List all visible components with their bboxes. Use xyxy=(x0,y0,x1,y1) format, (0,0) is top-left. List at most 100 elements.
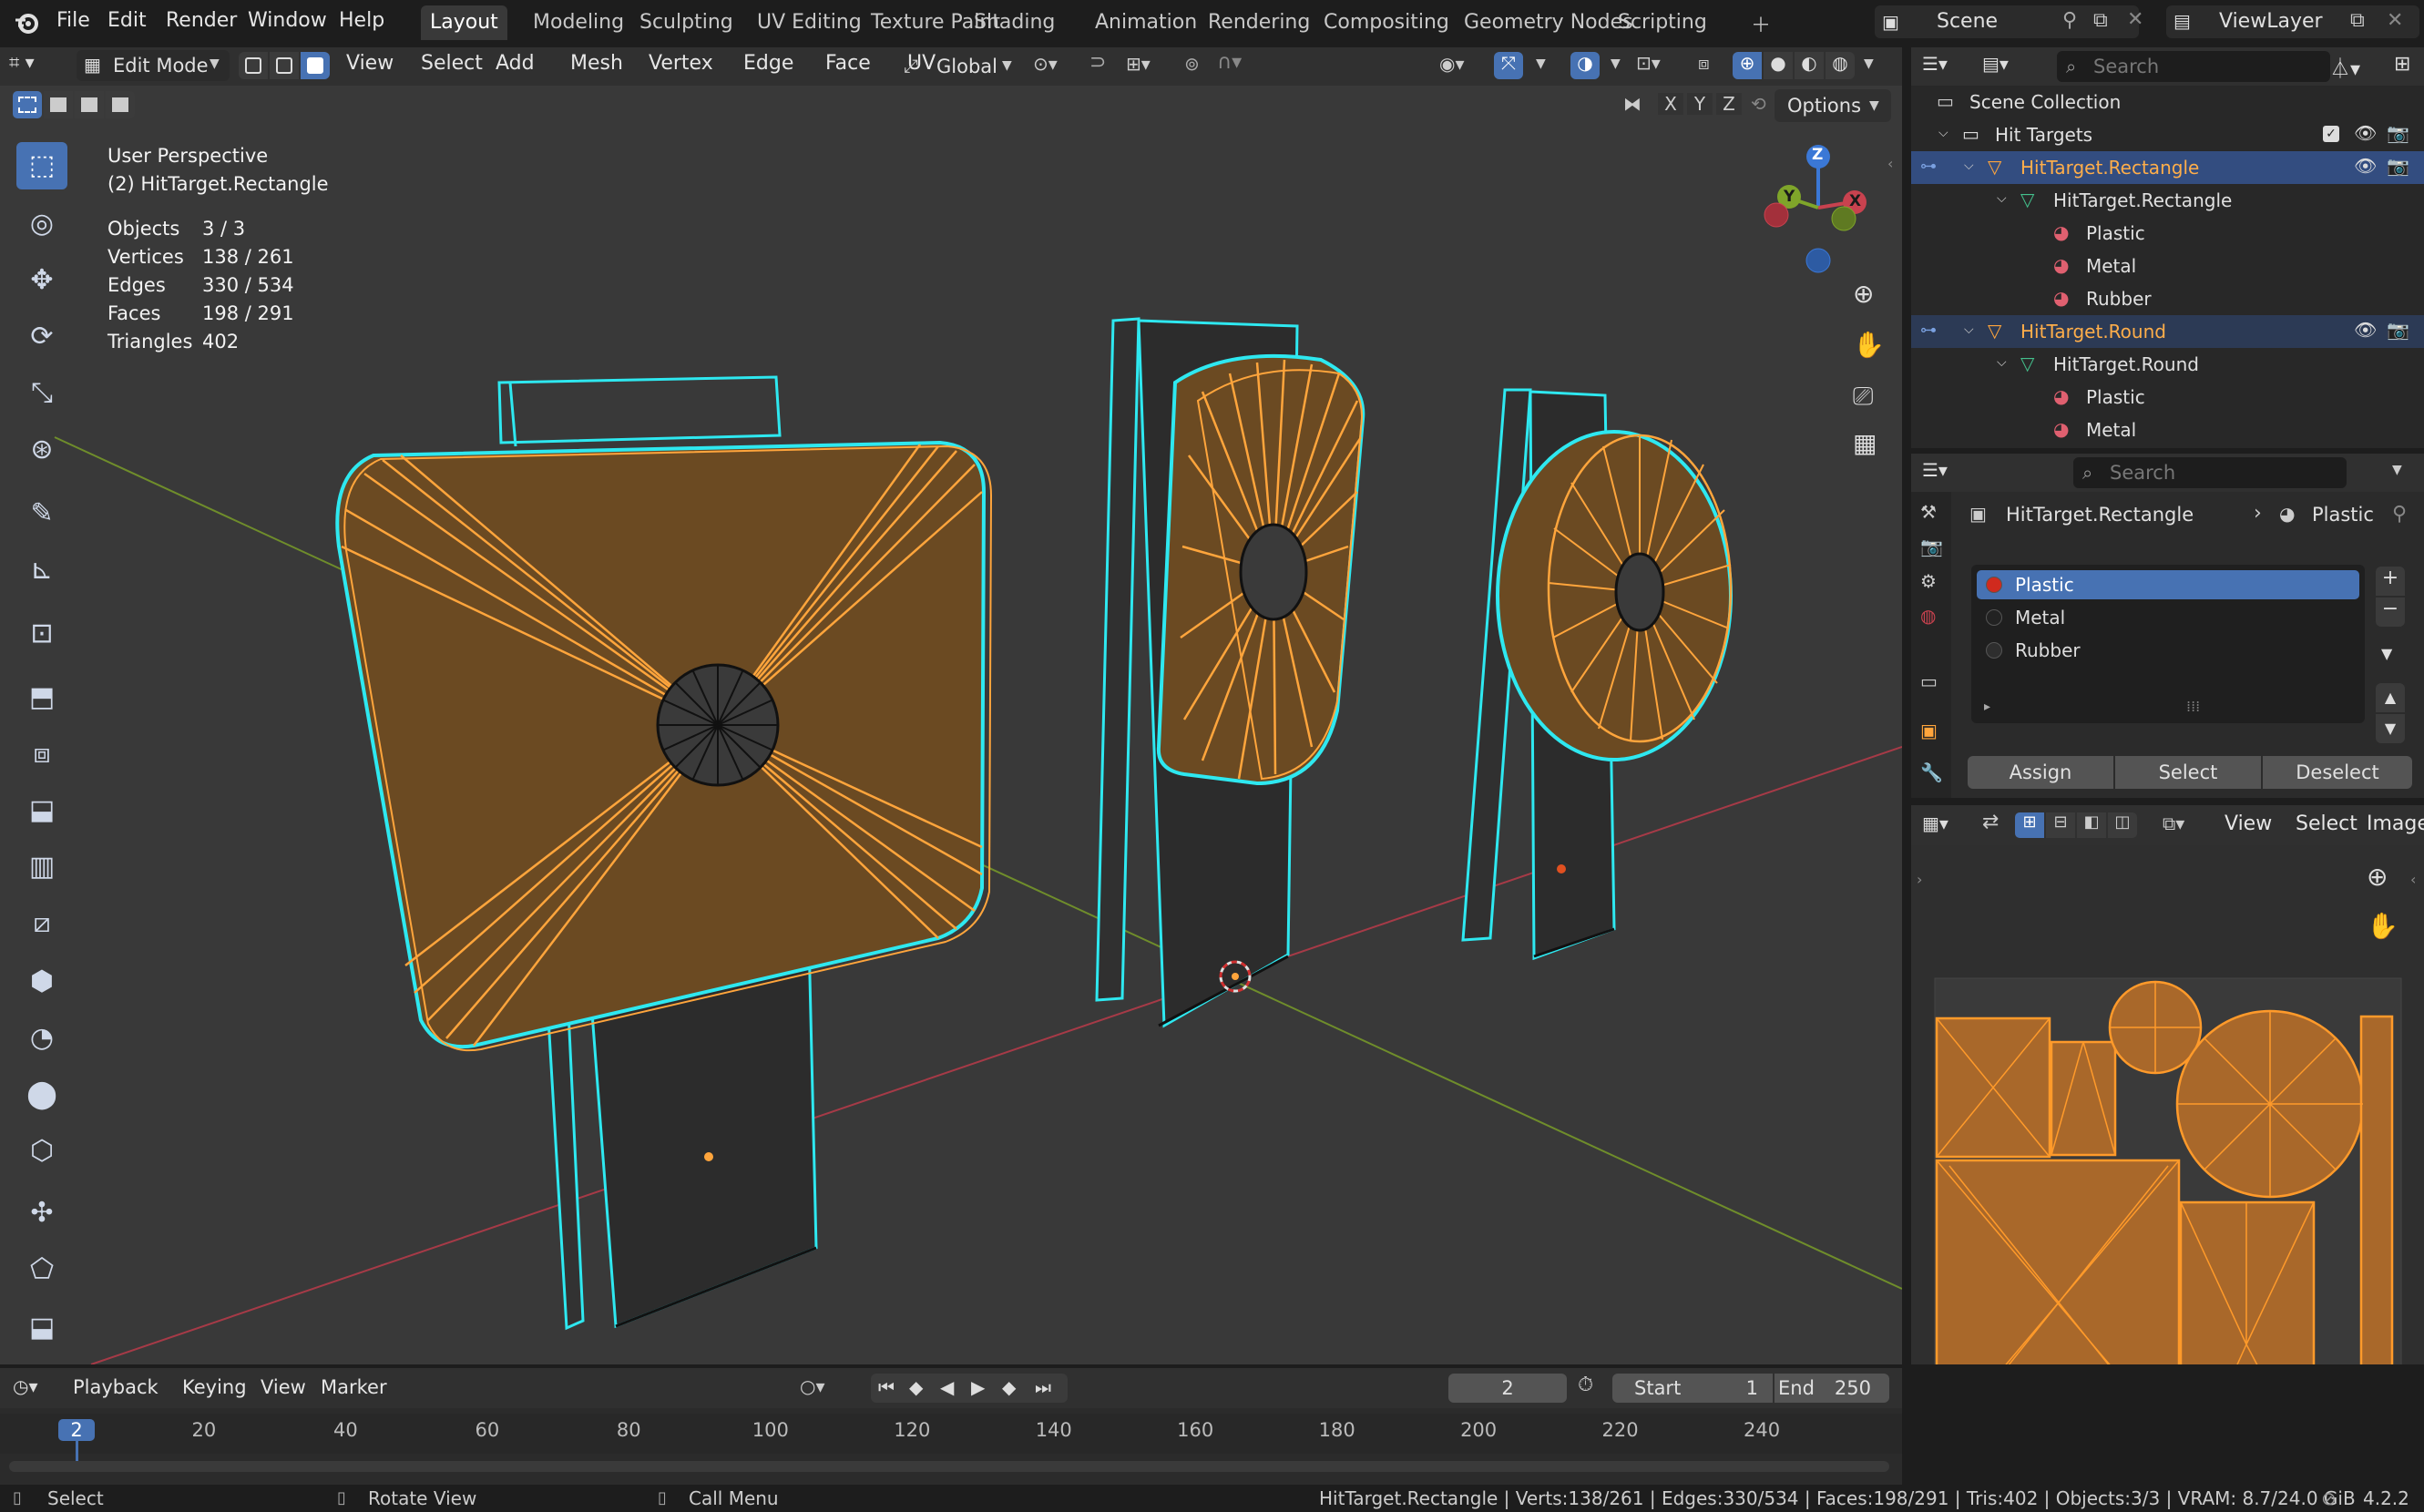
mirror-y-button[interactable]: Y xyxy=(1687,93,1713,115)
uv-vertex-mode[interactable]: ⊞ xyxy=(2015,812,2044,838)
rip-icon[interactable]: ⬓ xyxy=(16,1304,67,1352)
resize-grip-icon[interactable]: ⁞⁞⁞ xyxy=(2186,698,2200,715)
scale-icon[interactable]: ⤡ xyxy=(16,370,67,417)
outliner-row-object[interactable]: ⌵ ⊶ ▽ HitTarget.Rectangle 👁 📷 xyxy=(1911,151,2424,184)
slot-specials-icon[interactable]: ▼ xyxy=(2381,645,2392,662)
menu-help[interactable]: Help xyxy=(339,9,384,32)
mirror-x-button[interactable]: X xyxy=(1658,93,1683,115)
material-slot-metal[interactable]: Metal xyxy=(1977,603,2359,632)
jump-end-icon[interactable]: ⏭ xyxy=(1035,1376,1051,1398)
render-camera-icon[interactable]: 📷 xyxy=(2387,122,2409,144)
tab-modeling[interactable]: Modeling xyxy=(524,5,633,40)
properties-search[interactable]: ⌕ Search xyxy=(2073,457,2347,488)
uv-island-mode[interactable]: ◫ xyxy=(2108,812,2137,838)
viewport-menu-vertex[interactable]: Vertex xyxy=(649,52,713,75)
pan-hand-icon[interactable]: ✋ xyxy=(1853,330,1885,360)
viewport-menu-mesh[interactable]: Mesh xyxy=(570,52,623,75)
uv-sticky-icon[interactable]: ⧉▾ xyxy=(2163,812,2184,834)
render-camera-icon[interactable]: 📷 xyxy=(2387,155,2409,177)
tab-sculpting[interactable]: Sculpting xyxy=(630,5,742,40)
chevron-down-icon[interactable]: ⌵ xyxy=(1938,126,1948,140)
mode-selector[interactable]: ▦ Edit Mode ▼ xyxy=(77,50,230,81)
move-icon[interactable]: ✥ xyxy=(16,257,67,304)
smooth-icon[interactable]: ⬤ xyxy=(16,1071,67,1119)
select-intersect-icon[interactable] xyxy=(106,91,135,118)
options-dropdown[interactable]: Options ▼ xyxy=(1775,89,1891,122)
timeline-editor-icon[interactable]: ◷▾ xyxy=(13,1375,38,1397)
edge-select-mode[interactable] xyxy=(270,52,299,79)
uv-face-mode[interactable]: ◧ xyxy=(2077,812,2106,838)
uv-editor-type-icon[interactable]: ▦▾ xyxy=(1922,812,1948,834)
move-slot-up-button[interactable]: ▲ xyxy=(2376,683,2405,712)
deselect-button[interactable]: Deselect xyxy=(2263,756,2412,789)
tab-scripting[interactable]: Scripting xyxy=(1609,5,1716,40)
knife-icon[interactable]: ⧄ xyxy=(16,900,67,947)
move-slot-down-button[interactable]: ▼ xyxy=(2376,714,2405,743)
outliner-row-mesh[interactable]: ⌵ ▽ HitTarget.Rectangle xyxy=(1911,184,2424,217)
pivot-point-icon[interactable]: ⊙▾ xyxy=(1033,53,1058,75)
display-mode-icon[interactable]: ▤▾ xyxy=(1982,53,2009,75)
outliner-row-scene[interactable]: ▭ Scene Collection xyxy=(1911,86,2424,118)
filter-icon[interactable]: ⏃▾ xyxy=(2330,53,2360,82)
rotate-icon[interactable]: ⟳ xyxy=(16,313,67,361)
view-layer-selector[interactable]: ▤ ViewLayer ⧉ ✕ xyxy=(2166,5,2419,38)
prev-keyframe-icon[interactable]: ◆ xyxy=(909,1376,923,1398)
jump-start-icon[interactable]: ⏮ xyxy=(878,1376,895,1398)
play-icon[interactable]: ▶ xyxy=(971,1376,985,1398)
visibility-eye-icon[interactable]: 👁 xyxy=(2354,155,2377,177)
play-reverse-icon[interactable]: ◀ xyxy=(940,1376,954,1398)
tool-tab-icon[interactable]: ⚒ xyxy=(1920,501,1937,523)
visibility-eye-icon[interactable]: 👁 xyxy=(2354,319,2377,341)
outliner-row-mesh[interactable]: ⌵ ▽ HitTarget.Round xyxy=(1911,348,2424,381)
tab-layout[interactable]: Layout xyxy=(421,5,507,40)
exclude-checkbox[interactable]: ✓ xyxy=(2323,126,2339,142)
edit-mode-indicator-icon[interactable]: ⊶ xyxy=(1920,321,1937,340)
render-tab-icon[interactable]: 📷 xyxy=(1920,536,1943,557)
material-slot-plastic[interactable]: Plastic xyxy=(1977,570,2359,599)
scene-tab-icon[interactable]: ⚙ xyxy=(1920,570,1937,592)
shading-wireframe-icon[interactable]: ⊕ xyxy=(1733,52,1762,79)
spin-icon[interactable]: ◔ xyxy=(16,1015,67,1062)
add-workspace-icon[interactable]: ＋ xyxy=(1751,9,1771,38)
new-view-layer-icon[interactable]: ⧉ xyxy=(2350,9,2365,32)
uv-edge-mode[interactable]: ⊟ xyxy=(2046,812,2075,838)
outliner-row-collection[interactable]: ⌵ ▭ Hit Targets ✓ 👁 📷 xyxy=(1911,118,2424,151)
gizmo-menu-icon[interactable]: ▼ xyxy=(1536,56,1546,71)
chevron-down-icon[interactable]: ⌵ xyxy=(1997,355,2007,370)
select-new-icon[interactable] xyxy=(13,91,42,118)
face-select-mode[interactable] xyxy=(301,52,330,79)
viewport-menu-select[interactable]: Select xyxy=(421,52,483,75)
new-scene-icon[interactable]: ⧉ xyxy=(2093,9,2108,32)
inset-icon[interactable]: ⧈ xyxy=(16,730,67,778)
delete-view-layer-icon[interactable]: ✕ xyxy=(2387,9,2403,32)
properties-editor-icon[interactable]: ☰▾ xyxy=(1922,459,1948,481)
render-camera-icon[interactable]: 📷 xyxy=(2387,319,2409,341)
overlay-toggle-icon[interactable]: ◑ xyxy=(1570,52,1600,79)
shading-solid-icon[interactable]: ● xyxy=(1764,52,1793,79)
visibility-eye-icon[interactable]: 👁 xyxy=(2354,122,2377,144)
snap-toggle-icon[interactable]: ⊃ xyxy=(1089,51,1106,74)
new-collection-icon[interactable]: ⊞ xyxy=(2394,53,2410,76)
timeline-menu-keying[interactable]: Keying xyxy=(182,1376,247,1398)
viewport-menu-edge[interactable]: Edge xyxy=(743,52,793,75)
uv-menu-view[interactable]: View xyxy=(2225,812,2272,835)
menu-edit[interactable]: Edit xyxy=(107,9,147,32)
transform-icon[interactable]: ⊛ xyxy=(16,426,67,474)
timeline-menu-playback[interactable]: Playback xyxy=(73,1376,159,1398)
select-extend-icon[interactable] xyxy=(44,91,73,118)
collection-tab-icon[interactable]: ▭ xyxy=(1920,670,1938,692)
material-slot-rubber[interactable]: Rubber xyxy=(1977,636,2359,665)
shear-icon[interactable]: ⬠ xyxy=(16,1246,67,1293)
loop-cut-icon[interactable]: ▥ xyxy=(16,843,67,891)
scene-selector[interactable]: ▣ Scene ⚲ ⧉ xyxy=(1875,5,2139,38)
edit-mode-indicator-icon[interactable]: ⊶ xyxy=(1920,157,1937,176)
world-tab-icon[interactable]: ◍ xyxy=(1920,605,1936,627)
delete-scene-icon[interactable]: ✕ xyxy=(2127,8,2143,31)
measure-icon[interactable]: ⊾ xyxy=(16,547,67,594)
menu-window[interactable]: Window xyxy=(248,9,327,32)
edge-slide-icon[interactable]: ⬡ xyxy=(16,1128,67,1175)
tab-shading[interactable]: Shading xyxy=(965,5,1064,40)
outliner-row-material[interactable]: ◕ Plastic xyxy=(1911,217,2424,250)
xray-toggle-icon[interactable]: ⧈ xyxy=(1698,52,1710,74)
timeline-menu-view[interactable]: View xyxy=(261,1376,306,1398)
